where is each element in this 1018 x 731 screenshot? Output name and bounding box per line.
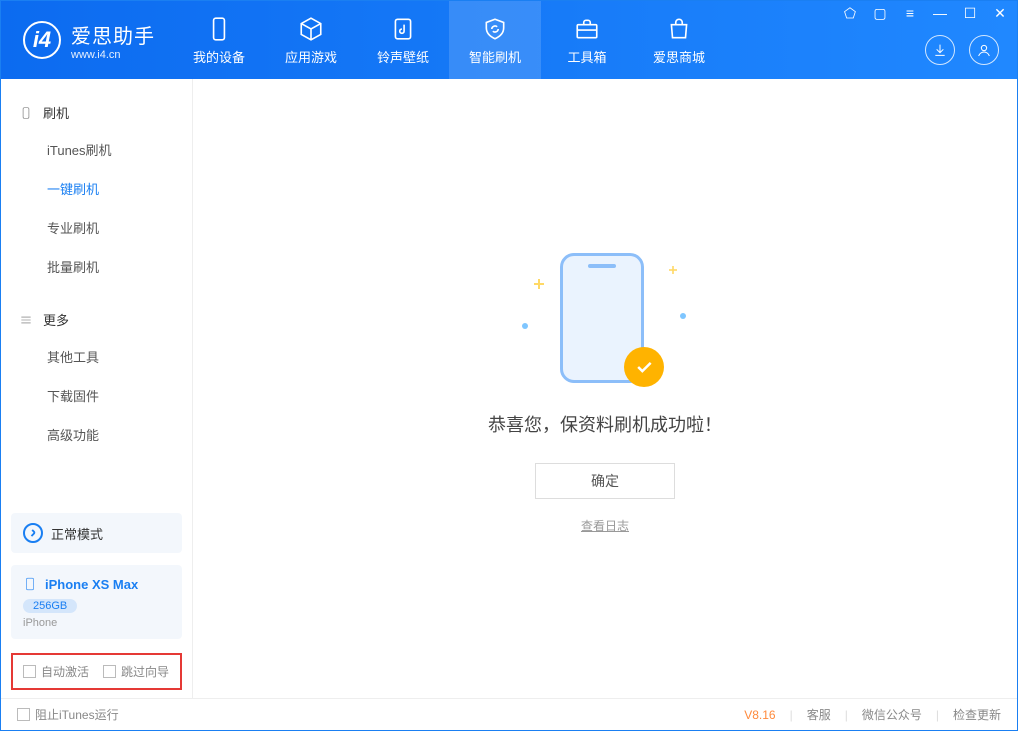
shield-refresh-icon (481, 15, 509, 43)
success-illustration (540, 243, 670, 393)
body: 刷机 iTunes刷机 一键刷机 专业刷机 批量刷机 更多 其他工具 下载固件 … (1, 79, 1017, 698)
device-type: iPhone (23, 617, 170, 629)
sidebar: 刷机 iTunes刷机 一键刷机 专业刷机 批量刷机 更多 其他工具 下载固件 … (1, 79, 193, 698)
app-window: i4 爱思助手 www.i4.cn 我的设备 应用游戏 铃声壁纸 智能刷机 工具… (0, 0, 1018, 731)
bag-icon (665, 15, 693, 43)
download-button[interactable] (925, 35, 955, 65)
music-file-icon (389, 15, 417, 43)
device-info-card[interactable]: iPhone XS Max 256GB iPhone (11, 565, 182, 639)
tab-ringtone[interactable]: 铃声壁纸 (357, 1, 449, 79)
sidebar-head-more: 更多 (1, 302, 192, 337)
wechat-link[interactable]: 微信公众号 (862, 706, 922, 723)
device-name: iPhone XS Max (45, 577, 138, 592)
sidebar-item-oneclick[interactable]: 一键刷机 (1, 169, 192, 208)
device-icon (19, 106, 33, 120)
ok-button[interactable]: 确定 (535, 463, 675, 499)
sidebar-item-other[interactable]: 其他工具 (1, 337, 192, 376)
sidebar-head-flash: 刷机 (1, 95, 192, 130)
device-mode: 正常模式 (51, 524, 103, 543)
sidebar-item-advanced[interactable]: 高级功能 (1, 415, 192, 454)
phone-small-icon (23, 575, 37, 593)
close-button[interactable]: ✕ (991, 5, 1009, 22)
app-name: 爱思助手 (71, 20, 155, 49)
main-tabs: 我的设备 应用游戏 铃声壁纸 智能刷机 工具箱 爱思商城 (173, 1, 725, 79)
device-storage: 256GB (23, 599, 77, 613)
header: i4 爱思助手 www.i4.cn 我的设备 应用游戏 铃声壁纸 智能刷机 工具… (1, 1, 1017, 79)
sidebar-group-more: 更多 其他工具 下载固件 高级功能 (1, 286, 192, 454)
view-log-link[interactable]: 查看日志 (581, 517, 629, 534)
logo-icon: i4 (23, 21, 61, 59)
sidebar-item-firmware[interactable]: 下载固件 (1, 376, 192, 415)
auto-activate-checkbox[interactable]: 自动激活 (23, 663, 89, 680)
menu-icon[interactable]: ≡ (901, 5, 919, 22)
phone-icon (205, 15, 233, 43)
tab-toolbox[interactable]: 工具箱 (541, 1, 633, 79)
check-update-link[interactable]: 检查更新 (953, 706, 1001, 723)
tab-flash[interactable]: 智能刷机 (449, 1, 541, 79)
tab-apps[interactable]: 应用游戏 (265, 1, 357, 79)
app-site: www.i4.cn (71, 49, 155, 61)
tab-store[interactable]: 爱思商城 (633, 1, 725, 79)
sidebar-item-batch[interactable]: 批量刷机 (1, 247, 192, 286)
sidebar-item-pro[interactable]: 专业刷机 (1, 208, 192, 247)
success-check-icon (624, 347, 664, 387)
briefcase-icon (573, 15, 601, 43)
cube-icon (297, 15, 325, 43)
tshirt-icon[interactable]: ⬠ (841, 5, 859, 22)
mode-icon (23, 523, 43, 543)
titlebar-controls: ⬠ ▢ ≡ — ☐ ✕ (841, 5, 1009, 22)
header-right (925, 35, 999, 65)
main-content: 恭喜您，保资料刷机成功啦！ 确定 查看日志 (193, 79, 1017, 698)
app-logo: i4 爱思助手 www.i4.cn (1, 20, 173, 61)
maximize-button[interactable]: ☐ (961, 5, 979, 22)
customer-service-link[interactable]: 客服 (807, 706, 831, 723)
tab-my-device[interactable]: 我的设备 (173, 1, 265, 79)
footer: 阻止iTunes运行 V8.16 | 客服 | 微信公众号 | 检查更新 (1, 698, 1017, 730)
user-button[interactable] (969, 35, 999, 65)
version-label: V8.16 (744, 708, 775, 722)
sidebar-item-itunes[interactable]: iTunes刷机 (1, 130, 192, 169)
list-icon (19, 313, 33, 327)
skip-guide-checkbox[interactable]: 跳过向导 (103, 663, 169, 680)
activation-options: 自动激活 跳过向导 (11, 653, 182, 690)
note-icon[interactable]: ▢ (871, 5, 889, 22)
success-message: 恭喜您，保资料刷机成功啦！ (488, 411, 722, 437)
sidebar-group-flash: 刷机 iTunes刷机 一键刷机 专业刷机 批量刷机 (1, 79, 192, 286)
block-itunes-checkbox[interactable]: 阻止iTunes运行 (17, 706, 119, 723)
minimize-button[interactable]: — (931, 5, 949, 22)
device-mode-card[interactable]: 正常模式 (11, 513, 182, 553)
